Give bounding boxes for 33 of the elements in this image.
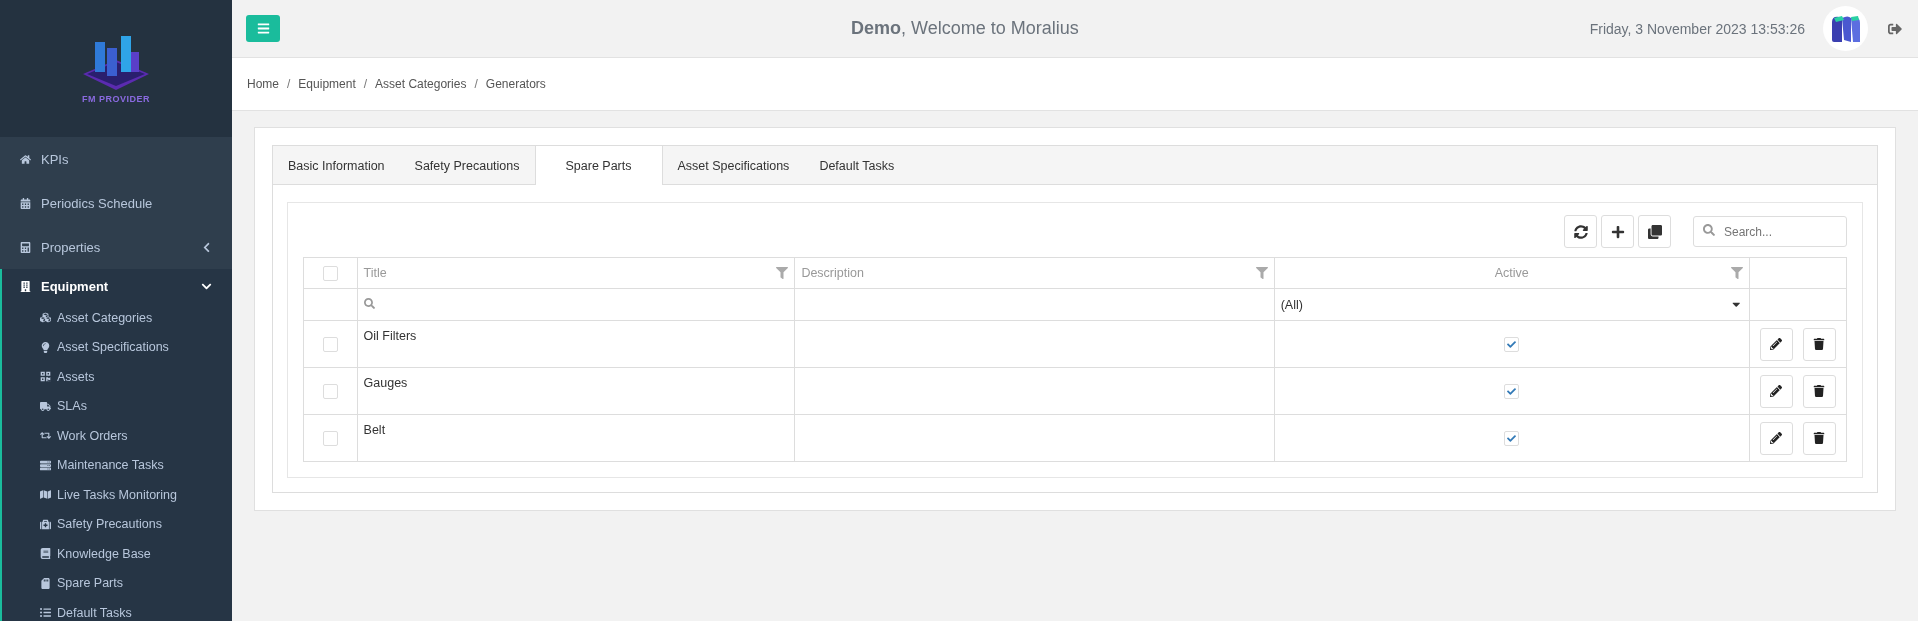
sidebar-item[interactable]: Periodics Schedule xyxy=(0,181,232,225)
breadcrumb-separator: / xyxy=(287,77,291,91)
tab[interactable]: Default Tasks xyxy=(804,146,910,185)
tab[interactable]: Spare Parts xyxy=(534,146,663,185)
sidebar-subitem[interactable]: SLAs xyxy=(2,391,232,421)
breadcrumb-separator: / xyxy=(474,77,478,91)
tab[interactable]: Safety Precautions xyxy=(399,146,535,185)
sidebar-subitem[interactable]: Knowledge Base xyxy=(2,539,232,569)
search-field[interactable]: Search... xyxy=(1693,216,1847,247)
sidebar-subitem[interactable]: Maintenance Tasks xyxy=(2,450,232,480)
sidebar-subitem[interactable]: Assets xyxy=(2,362,232,392)
welcome-text: Demo, Welcome to Moralius xyxy=(849,18,1080,39)
sidebar-item[interactable]: Properties xyxy=(0,225,232,269)
sidebar-subitem[interactable]: Live Tasks Monitoring xyxy=(2,480,232,510)
sidebar-subitem[interactable]: Work Orders xyxy=(2,421,232,451)
breadcrumb-link[interactable]: Asset Categories xyxy=(375,77,467,91)
breadcrumb-link[interactable]: Home xyxy=(247,77,279,91)
sidebar-item[interactable]: KPIs xyxy=(0,137,232,181)
table-cell: Belt xyxy=(357,414,795,462)
breadcrumb-separator: / xyxy=(363,77,368,91)
sidebar-subitem[interactable]: Asset Categories xyxy=(2,303,232,333)
logo-text: FM PROVIDER xyxy=(82,93,150,104)
sidebar-subitem[interactable]: Asset Specifications xyxy=(2,332,232,362)
datetime-text: Friday, 3 November 2023 13:53:26 xyxy=(1589,20,1805,37)
sidebar-subitem[interactable]: Safety Precautions xyxy=(2,509,232,539)
tab[interactable]: Asset Specifications xyxy=(662,146,805,185)
sidebar-subitem[interactable]: Default Tasks xyxy=(2,598,232,621)
table-cell: Gauges xyxy=(357,367,795,415)
breadcrumb-current: Generators xyxy=(485,77,546,91)
tab[interactable]: Basic Information xyxy=(273,146,400,185)
table-cell: Oil Filters xyxy=(357,320,795,368)
breadcrumb-link[interactable]: Equipment xyxy=(298,77,356,91)
sidebar-subitem[interactable]: Spare Parts xyxy=(2,568,232,598)
